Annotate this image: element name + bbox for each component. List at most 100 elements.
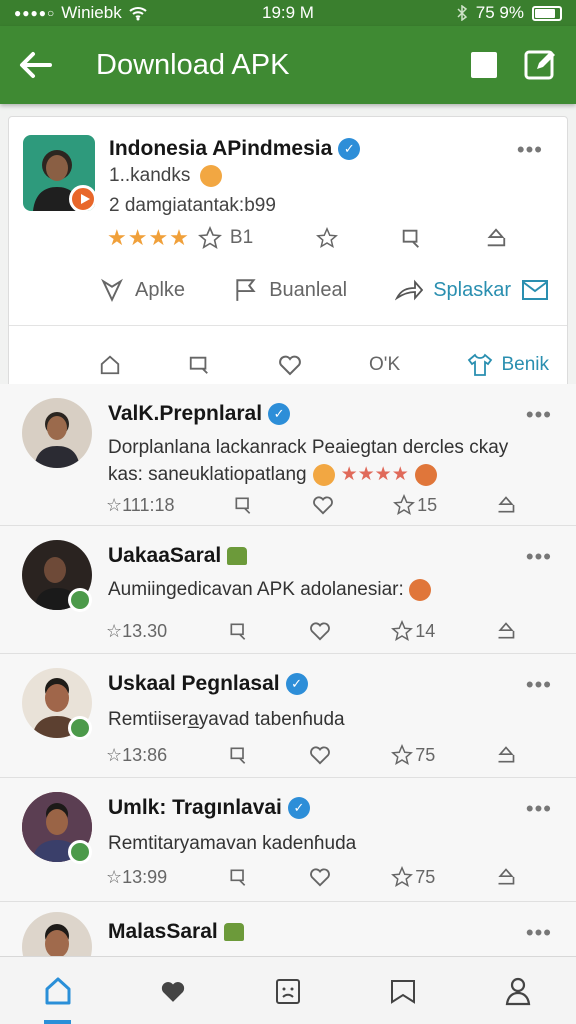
post-name-row: MalasSaral xyxy=(108,920,244,944)
post-author[interactable]: Umlk: Tragınlavai xyxy=(108,796,282,820)
post-text: Remtiisera̲yavad tabenɦuda xyxy=(108,709,345,730)
like-count-group[interactable]: 75 xyxy=(391,744,435,766)
star-outline-icon xyxy=(393,494,416,516)
post-text-line: Dorplanlana lackanrack Peaiegtan dercles… xyxy=(108,437,509,458)
action-aplke[interactable]: Aplke xyxy=(99,277,185,303)
post-stats: ☆13:86 75 xyxy=(106,744,516,766)
share-icon[interactable] xyxy=(496,745,516,765)
heart-outline-icon[interactable] xyxy=(309,867,331,887)
divider xyxy=(9,325,567,326)
list-item[interactable]: ValK.Prepnlaral ✓ ••• Dorplanlana lackan… xyxy=(0,384,576,526)
share-arrow-icon xyxy=(395,279,424,301)
share-icon[interactable] xyxy=(485,227,507,249)
repost-icon[interactable] xyxy=(228,621,248,641)
action-buanleal[interactable]: Buanleal xyxy=(233,277,347,303)
compose-button[interactable] xyxy=(512,37,568,93)
post-stats: ☆13.30 14 xyxy=(106,620,516,642)
post-text-line-2: kas: saneuklatiopatlang ★★★★ xyxy=(108,461,568,488)
list-item[interactable]: Umlk: Tragınlavai ✓ ••• Remtitaryamavan … xyxy=(0,778,576,902)
action-splaskar[interactable]: Splaskar xyxy=(395,278,549,302)
square-icon xyxy=(471,52,497,78)
bookmark-icon xyxy=(391,979,416,1004)
battery-icon xyxy=(532,5,562,21)
star-outline-icon[interactable] xyxy=(197,226,222,250)
post-author[interactable]: ValK.Prepnlaral xyxy=(108,402,262,426)
home-outline-icon[interactable] xyxy=(99,354,121,376)
list-item[interactable]: MalasSaral ••• xyxy=(0,902,576,956)
action-label: Aplke xyxy=(135,278,186,301)
list-item[interactable]: UakaaSaral ••• Aumiingedicavan APK adola… xyxy=(0,526,576,654)
tab-home[interactable] xyxy=(0,957,115,1024)
star-outline-icon xyxy=(391,620,414,642)
action-label: Buanleal xyxy=(269,278,348,301)
repost-icon[interactable] xyxy=(400,227,422,249)
like-count-group[interactable]: 15 xyxy=(393,494,437,516)
more-options-button[interactable]: ••• xyxy=(526,796,552,822)
share-icon[interactable] xyxy=(496,867,516,887)
star-outline-icon[interactable] xyxy=(315,227,338,249)
edit-icon xyxy=(524,50,555,80)
rating-stars: ★★★★ xyxy=(107,225,190,250)
tab-profile-card[interactable] xyxy=(230,957,345,1024)
post-author[interactable]: UakaaSaral xyxy=(108,544,221,568)
heart-outline-icon[interactable] xyxy=(312,495,334,515)
post-name-row: Uskaal Pegnlasal ✓ xyxy=(108,672,308,696)
emoji-icon xyxy=(414,463,437,486)
tab-favorites[interactable] xyxy=(115,957,230,1024)
user-icon xyxy=(506,977,531,1005)
repost-icon[interactable] xyxy=(233,495,253,515)
app-bar: Download APK xyxy=(0,26,576,104)
pinned-avatar[interactable] xyxy=(23,135,95,211)
repost-icon[interactable] xyxy=(228,867,248,887)
plant-icon xyxy=(223,923,244,941)
signal-group: ●●●●○ Winiebk xyxy=(14,3,214,23)
post-stats: ☆111:18 15 xyxy=(106,494,516,516)
battery-fill xyxy=(535,8,555,18)
action-label: Splaskar xyxy=(433,278,511,301)
wifi-icon xyxy=(129,7,147,21)
verified-icon: ✓ xyxy=(287,797,310,819)
post-author[interactable]: MalasSaral xyxy=(108,920,218,944)
heart-outline-icon[interactable] xyxy=(309,745,331,765)
online-status-badge xyxy=(68,588,92,612)
page-title: Download APK xyxy=(96,48,290,81)
home-icon xyxy=(45,977,71,1004)
stop-button[interactable] xyxy=(456,37,512,93)
back-button[interactable] xyxy=(0,26,70,104)
tab-account[interactable] xyxy=(461,957,576,1024)
more-options-button[interactable]: ••• xyxy=(526,402,552,428)
star-outline-icon xyxy=(391,866,414,888)
post-name-row: UakaaSaral xyxy=(108,544,248,568)
share-icon[interactable] xyxy=(496,495,516,515)
post-author[interactable]: Uskaal Pegnlasal xyxy=(108,672,280,696)
pinned-bottom-row: O'K Benik xyxy=(99,353,549,377)
post-text-line: Aumiingedicavan APK adolanesiar: xyxy=(108,579,404,600)
status-right: 75 9% xyxy=(456,3,562,23)
post-time: ☆13:99 xyxy=(106,866,168,887)
feed[interactable]: Indonesia APindmesia ✓ ••• 1..kandks 2 d… xyxy=(0,104,576,956)
avatar[interactable] xyxy=(22,398,92,468)
ok-label[interactable]: O'K xyxy=(369,354,400,376)
like-count-group[interactable]: 14 xyxy=(391,620,435,642)
like-count-group[interactable]: 75 xyxy=(391,866,435,888)
more-options-button[interactable]: ••• xyxy=(526,920,552,946)
rating-count: B1 xyxy=(229,227,254,248)
comment-icon[interactable] xyxy=(188,354,210,376)
tab-bookmarks[interactable] xyxy=(346,957,461,1024)
post-time: ☆13:86 xyxy=(106,744,168,765)
more-options-button[interactable]: ••• xyxy=(526,672,552,698)
verified-icon: ✓ xyxy=(268,403,291,425)
avatar[interactable] xyxy=(22,912,92,956)
post-time: ☆111:18 xyxy=(106,494,175,515)
post-text-line: kas: saneuklatiopatlang xyxy=(108,464,307,485)
more-options-button[interactable]: ••• xyxy=(517,137,543,163)
heart-outline-icon[interactable] xyxy=(278,354,302,376)
benik-button[interactable]: Benik xyxy=(467,353,549,377)
post-text: Dorplanlana lackanrack Peaiegtan dercles… xyxy=(108,434,568,488)
more-options-button[interactable]: ••• xyxy=(526,544,552,570)
post-time: ☆13.30 xyxy=(106,620,168,641)
repost-icon[interactable] xyxy=(228,745,248,765)
list-item[interactable]: Uskaal Pegnlasal ✓ ••• Remtiisera̲yavad … xyxy=(0,654,576,778)
share-icon[interactable] xyxy=(496,621,516,641)
heart-outline-icon[interactable] xyxy=(309,621,331,641)
